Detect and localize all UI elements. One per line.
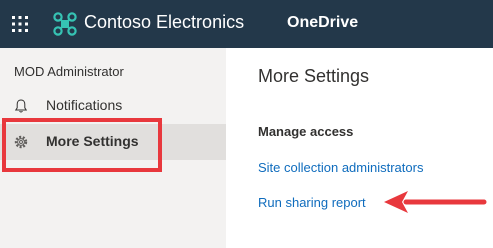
contoso-logo-icon	[53, 12, 77, 36]
section-title: Manage access	[258, 124, 354, 139]
app-launcher-icon[interactable]	[10, 14, 30, 34]
user-name: MOD Administrator	[14, 64, 124, 79]
site-collection-administrators-link[interactable]: Site collection administrators	[258, 160, 423, 175]
annotation-highlight-box	[2, 118, 162, 172]
app-name[interactable]: OneDrive	[287, 14, 358, 32]
page-title: More Settings	[258, 66, 370, 86]
annotation-arrow-icon	[384, 191, 487, 213]
sidebar-item-label: Notifications	[46, 97, 123, 113]
brand-name[interactable]: Contoso Electronics	[84, 12, 244, 33]
run-sharing-report-link[interactable]: Run sharing report	[258, 195, 366, 210]
top-bar: Contoso Electronics OneDrive	[0, 0, 493, 48]
bell-icon	[14, 99, 28, 113]
